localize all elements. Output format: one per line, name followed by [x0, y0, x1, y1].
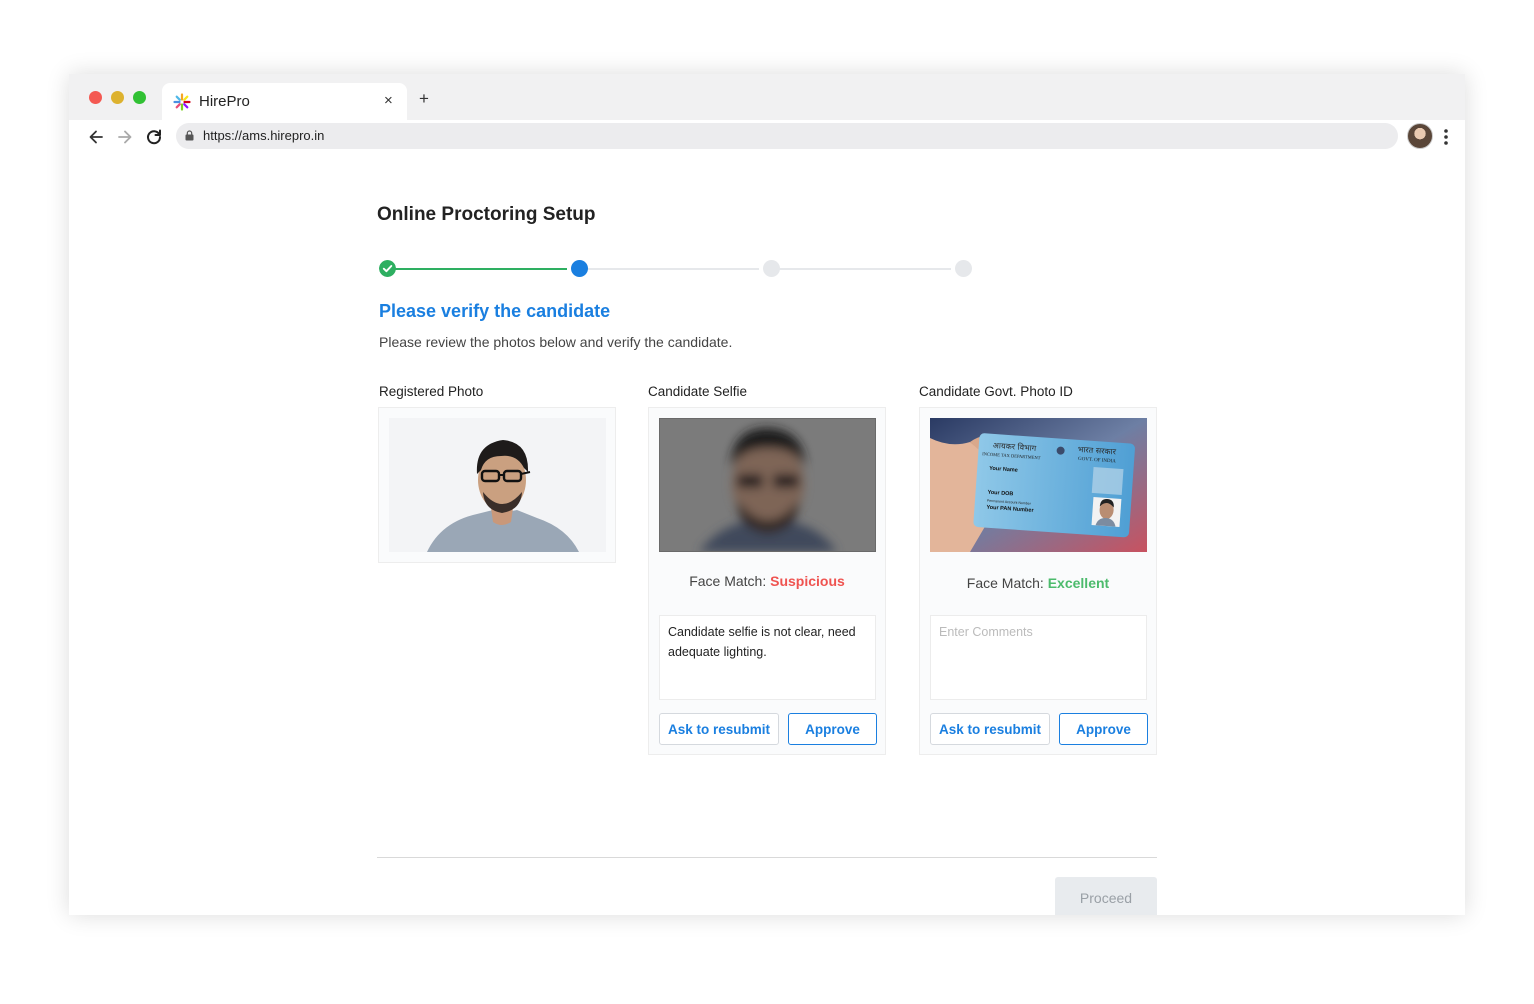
url-text: https://ams.hirepro.in	[203, 128, 325, 143]
tab-bar: HirePro × +	[69, 74, 1465, 120]
close-tab-icon[interactable]: ×	[384, 92, 393, 109]
selfie-card: Face Match: Suspicious Candidate selfie …	[648, 407, 886, 755]
selfie-approve-button[interactable]: Approve	[788, 713, 877, 745]
govt-id-label: Candidate Govt. Photo ID	[919, 384, 1073, 399]
close-window-button[interactable]	[89, 91, 102, 104]
more-options-icon[interactable]	[1443, 128, 1449, 146]
page-content: Online Proctoring Setup Please verify th…	[69, 154, 1465, 915]
step-4-pending	[955, 260, 972, 277]
selfie-ask-to-resubmit-button[interactable]: Ask to resubmit	[659, 713, 779, 745]
maximize-window-button[interactable]	[133, 91, 146, 104]
face-match-status-excellent: Excellent	[1047, 575, 1110, 591]
browser-window: HirePro × + https://ams.hirepro.in Onlin…	[69, 74, 1465, 915]
address-bar[interactable]: https://ams.hirepro.in	[176, 123, 1398, 149]
candidate-selfie-photo	[659, 418, 876, 552]
progress-stepper	[378, 259, 978, 279]
back-arrow-icon[interactable]	[87, 128, 105, 146]
stepper-connector-3	[779, 268, 951, 270]
face-match-label: Face Match:	[689, 573, 767, 589]
selfie-label: Candidate Selfie	[648, 384, 748, 399]
govt-id-comment-field[interactable]	[930, 615, 1147, 700]
step-1-check-icon	[379, 260, 396, 277]
minimize-window-button[interactable]	[111, 91, 124, 104]
lock-icon	[185, 130, 194, 141]
forward-arrow-icon[interactable]	[116, 128, 134, 146]
page-title: Online Proctoring Setup	[377, 204, 596, 225]
selfie-face-match: Face Match: Suspicious	[649, 573, 885, 589]
browser-tab[interactable]: HirePro ×	[162, 83, 407, 120]
footer-divider	[377, 857, 1157, 858]
step-3-pending	[763, 260, 780, 277]
section-heading: Please verify the candidate	[379, 301, 611, 321]
face-match-status-suspicious: Suspicious	[770, 573, 845, 589]
registered-photo	[389, 418, 606, 552]
step-2-current	[571, 260, 588, 277]
selfie-comment-field[interactable]: Candidate selfie is not clear, need adeq…	[659, 615, 876, 700]
govt-id-ask-to-resubmit-button[interactable]: Ask to resubmit	[930, 713, 1050, 745]
registered-photo-card	[378, 407, 616, 563]
tab-title: HirePro	[199, 93, 250, 110]
stepper-connector-1	[395, 268, 567, 270]
registered-photo-label: Registered Photo	[379, 384, 484, 399]
new-tab-icon[interactable]: +	[419, 90, 429, 107]
proceed-button[interactable]: Proceed	[1055, 877, 1157, 915]
browser-toolbar: https://ams.hirepro.in	[69, 120, 1465, 154]
govt-id-face-match: Face Match: Excellent	[920, 575, 1156, 591]
hirepro-logo-icon	[173, 93, 191, 111]
face-match-label: Face Match:	[966, 575, 1044, 591]
section-subheading: Please review the photos below and verif…	[379, 334, 733, 350]
govt-id-card: आयकर विभाग भारत सरकार INCOME TAX DEPARTM…	[919, 407, 1157, 755]
profile-avatar[interactable]	[1407, 123, 1433, 149]
govt-photo-id-image: आयकर विभाग भारत सरकार INCOME TAX DEPARTM…	[930, 418, 1147, 552]
reload-icon[interactable]	[145, 128, 163, 146]
stepper-connector-2	[587, 268, 759, 270]
govt-id-approve-button[interactable]: Approve	[1059, 713, 1148, 745]
